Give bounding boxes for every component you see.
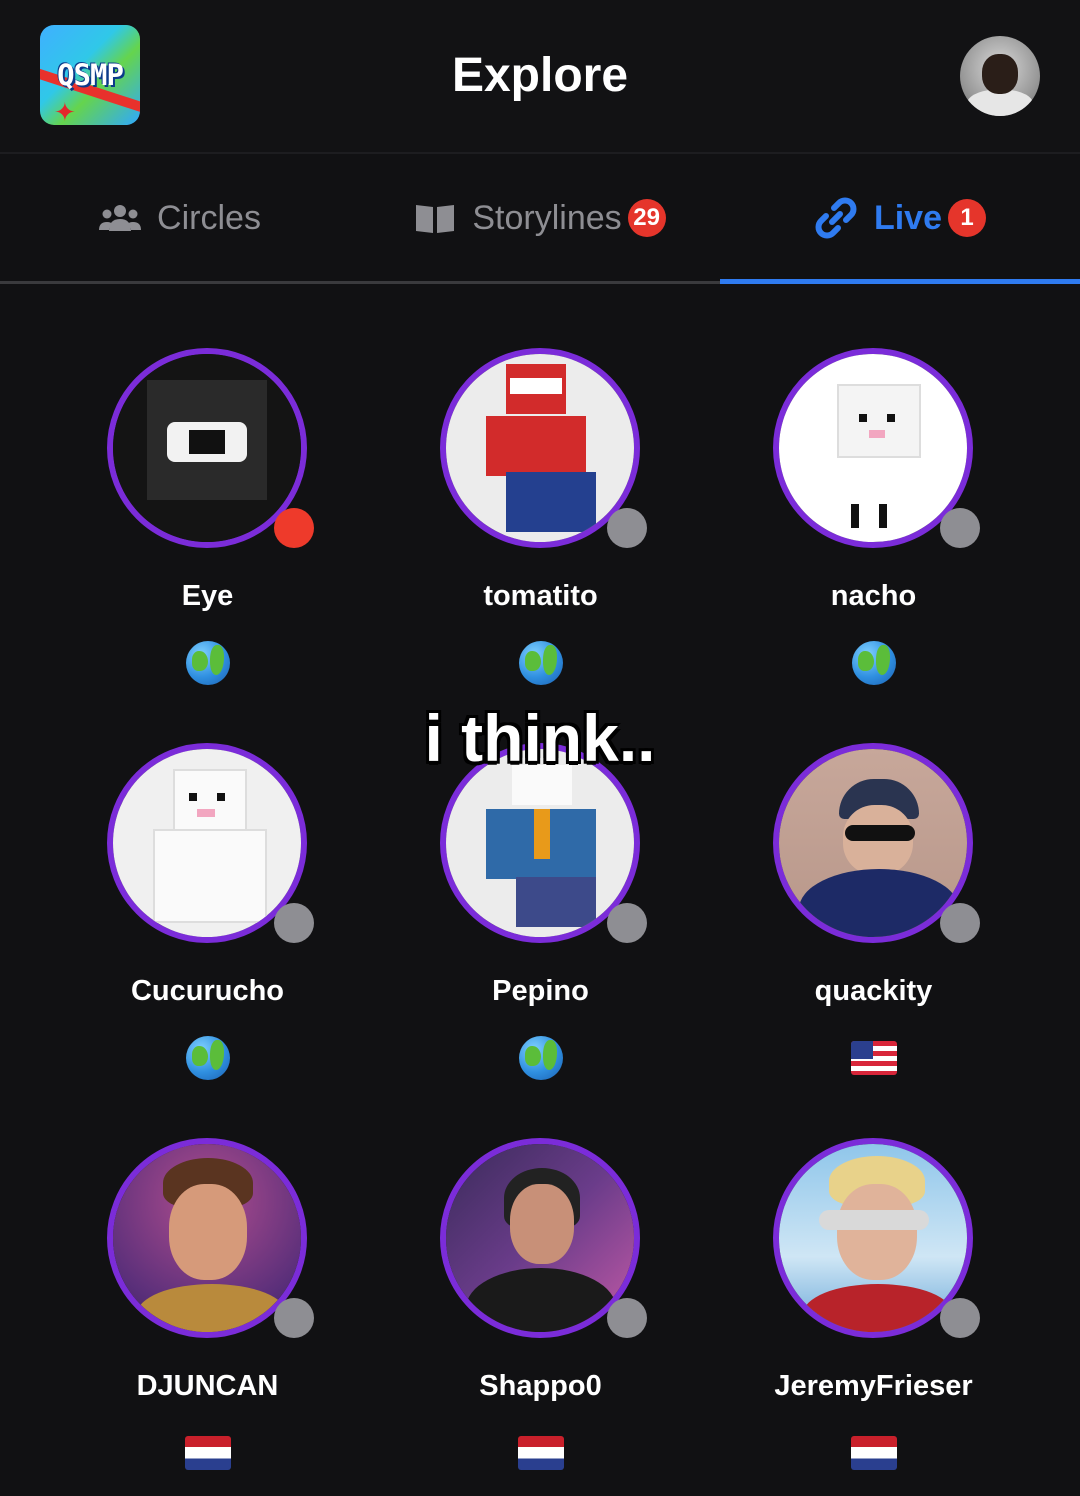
globe-icon	[518, 640, 564, 686]
globe-icon	[185, 1035, 231, 1081]
live-status-dot	[274, 508, 314, 548]
tab-storylines[interactable]: Storylines 29	[360, 154, 720, 282]
top-bar: QSMP ✦ Explore	[0, 0, 1080, 154]
globe-icon	[518, 1035, 564, 1081]
offline-status-dot	[940, 903, 980, 943]
offline-status-dot	[274, 903, 314, 943]
live-count-badge: 1	[948, 199, 987, 237]
nl-flag-icon	[851, 1430, 897, 1476]
creator-card[interactable]: tomatito	[383, 300, 683, 695]
page-title: Explore	[451, 49, 629, 102]
offline-status-dot	[607, 903, 647, 943]
creator-card[interactable]: Cucurucho	[50, 695, 350, 1090]
globe-icon	[185, 640, 231, 686]
tab-circles[interactable]: Circles	[0, 154, 360, 282]
offline-status-dot	[607, 508, 647, 548]
tab-circles-label: Circles	[157, 198, 261, 237]
offline-status-dot	[274, 1298, 314, 1338]
book-icon	[414, 201, 456, 235]
creator-name: quackity	[814, 975, 933, 1007]
creator-card[interactable]: nacho	[716, 300, 1016, 695]
nl-flag-icon	[518, 1430, 564, 1476]
offline-status-dot	[607, 1298, 647, 1338]
creator-card[interactable]: Shappo0	[383, 1090, 683, 1485]
tab-live-label: Live	[873, 198, 943, 237]
offline-status-dot	[940, 508, 980, 548]
creator-name: DJUNCAN	[136, 1370, 279, 1402]
creator-name: Pepino	[492, 975, 589, 1007]
storylines-count-badge: 29	[627, 199, 666, 237]
creator-card[interactable]: DJUNCAN	[50, 1090, 350, 1485]
tab-storylines-label: Storylines	[472, 198, 622, 237]
active-tab-indicator	[720, 279, 1080, 284]
creator-name: Eye	[181, 580, 234, 612]
creator-card[interactable]: Pepino	[383, 695, 683, 1090]
link-icon	[814, 196, 858, 240]
nl-flag-icon	[185, 1430, 231, 1476]
creator-name: Cucurucho	[130, 975, 285, 1007]
offline-status-dot	[940, 1298, 980, 1338]
creator-card[interactable]: JeremyFrieser	[716, 1090, 1016, 1485]
creator-name: tomatito	[483, 580, 598, 612]
creator-card[interactable]: quackity	[716, 695, 1016, 1090]
tab-bar: Circles Storylines 29 Live 1	[0, 154, 1080, 284]
users-icon	[99, 203, 142, 233]
creator-card[interactable]: Eye	[50, 300, 350, 695]
creator-name: JeremyFrieser	[774, 1370, 973, 1402]
creator-name: nacho	[830, 580, 917, 612]
tab-live[interactable]: Live 1	[720, 154, 1080, 282]
creator-name: Shappo0	[479, 1370, 602, 1402]
avatar-face	[982, 54, 1018, 94]
profile-avatar[interactable]	[960, 36, 1040, 116]
us-flag-icon	[851, 1035, 897, 1081]
globe-icon	[851, 640, 897, 686]
